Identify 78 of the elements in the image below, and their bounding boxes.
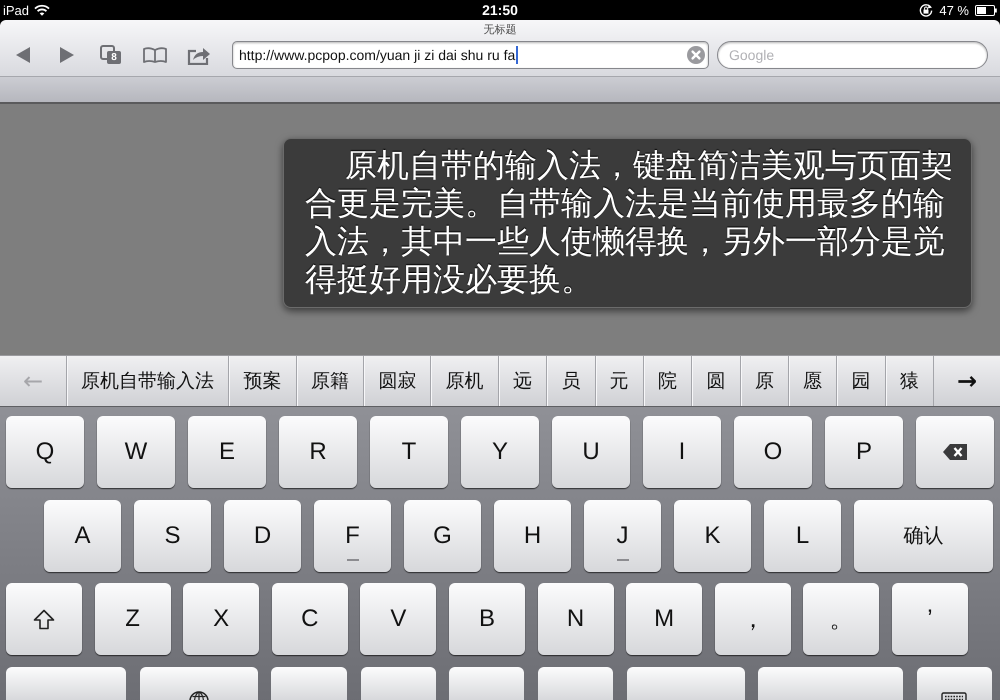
candidate-button[interactable]: 愿 (788, 356, 838, 406)
character-key[interactable]: F (314, 500, 391, 572)
keyboard-key[interactable] (271, 666, 348, 700)
keyboard-key[interactable] (449, 666, 524, 700)
character-key[interactable]: S (134, 500, 211, 572)
character-key[interactable]: ’ (892, 583, 968, 655)
keyboard-key[interactable] (626, 666, 745, 700)
character-key[interactable]: A (44, 500, 121, 572)
address-field[interactable]: http://www.pcpop.com/yuan ji zi dai shu ru fa (232, 41, 709, 69)
candidate-button[interactable]: 员 (547, 356, 596, 406)
candidate-button[interactable]: 原籍 (296, 356, 364, 406)
confirm-key[interactable]: 确认 (854, 500, 993, 572)
candidate-button[interactable]: 元 (596, 356, 644, 406)
tabs-button[interactable]: 8 (89, 41, 133, 69)
character-key[interactable]: C (272, 583, 348, 655)
shift-key[interactable] (6, 583, 82, 655)
shift-icon (33, 608, 55, 630)
character-key[interactable]: B (448, 583, 525, 655)
url-text: http://www.pcpop.com/yuan ji zi dai shu ru fa (239, 47, 516, 63)
candidate-button[interactable]: 院 (644, 356, 692, 406)
character-key[interactable]: M (626, 583, 702, 655)
character-key[interactable]: N (538, 583, 614, 655)
caption-text: 原机自带的输入法，键盘简洁美观与页面契合更是完美。自带输入法是当前使用最多的输入法，其中一些人使懒得换，另外一部分是觉得挺好用没必要换。 (305, 146, 954, 298)
book-icon (143, 47, 167, 63)
keyboard-icon (941, 692, 968, 700)
next-candidates-button[interactable]: → (933, 356, 1000, 406)
character-key[interactable]: Z (94, 583, 171, 655)
rotation-lock-icon (919, 3, 934, 17)
wifi-icon (34, 4, 50, 16)
battery-icon (975, 4, 997, 16)
character-key[interactable]: Y (461, 416, 539, 488)
character-key[interactable]: 。 (803, 583, 880, 655)
character-key[interactable]: U (552, 416, 630, 488)
home-row-marker-icon (616, 558, 628, 560)
character-key[interactable]: O (734, 416, 812, 488)
character-key[interactable]: D (224, 500, 301, 572)
candidate-button[interactable]: 原机自带输入法 (67, 356, 230, 406)
character-key[interactable]: I (643, 416, 721, 488)
backspace-key[interactable] (916, 416, 994, 488)
device-name: iPad (3, 2, 30, 18)
backspace-icon (942, 443, 968, 461)
character-key[interactable]: X (183, 583, 260, 655)
back-icon (15, 46, 31, 64)
keyboard-key[interactable] (360, 666, 436, 700)
page-title: 无标题 (482, 23, 518, 38)
character-key[interactable]: J (584, 500, 661, 572)
character-key[interactable]: P (825, 416, 903, 488)
character-key[interactable]: E (188, 416, 266, 488)
hide-keyboard-key[interactable] (916, 666, 992, 700)
clear-icon[interactable] (687, 46, 705, 64)
character-key[interactable]: L (764, 500, 841, 572)
candidate-button[interactable]: 圆 (692, 356, 741, 406)
tabs-icon (100, 45, 122, 65)
character-key[interactable]: R (279, 416, 357, 488)
globe-key[interactable] (140, 666, 258, 700)
character-key[interactable]: H (494, 500, 571, 572)
candidate-button[interactable]: 猿 (886, 356, 934, 406)
character-key[interactable]: V (360, 583, 436, 655)
character-key[interactable]: T (370, 416, 448, 488)
character-key[interactable]: Q (6, 416, 84, 488)
candidate-button[interactable]: 圆寂 (364, 356, 432, 406)
candidate-button[interactable]: 原 (740, 356, 789, 406)
character-key[interactable]: W (97, 416, 175, 488)
battery-percent: 47 % (939, 2, 969, 18)
candidate-button[interactable]: 原机 (431, 356, 499, 406)
share-icon (187, 45, 211, 65)
forward-icon (59, 46, 75, 64)
character-key[interactable]: G (404, 500, 481, 572)
candidate-button[interactable]: 园 (837, 356, 886, 406)
home-row-marker-icon (346, 558, 358, 560)
globe-icon (188, 690, 210, 700)
clock: 21:50 (482, 2, 518, 18)
candidate-button[interactable]: 远 (498, 356, 548, 406)
character-key[interactable]: K (674, 500, 751, 572)
candidate-button[interactable]: 预案 (229, 356, 297, 406)
keyboard-key[interactable] (758, 666, 904, 700)
keyboard-key[interactable] (538, 666, 613, 700)
character-key[interactable]: ， (714, 583, 791, 655)
